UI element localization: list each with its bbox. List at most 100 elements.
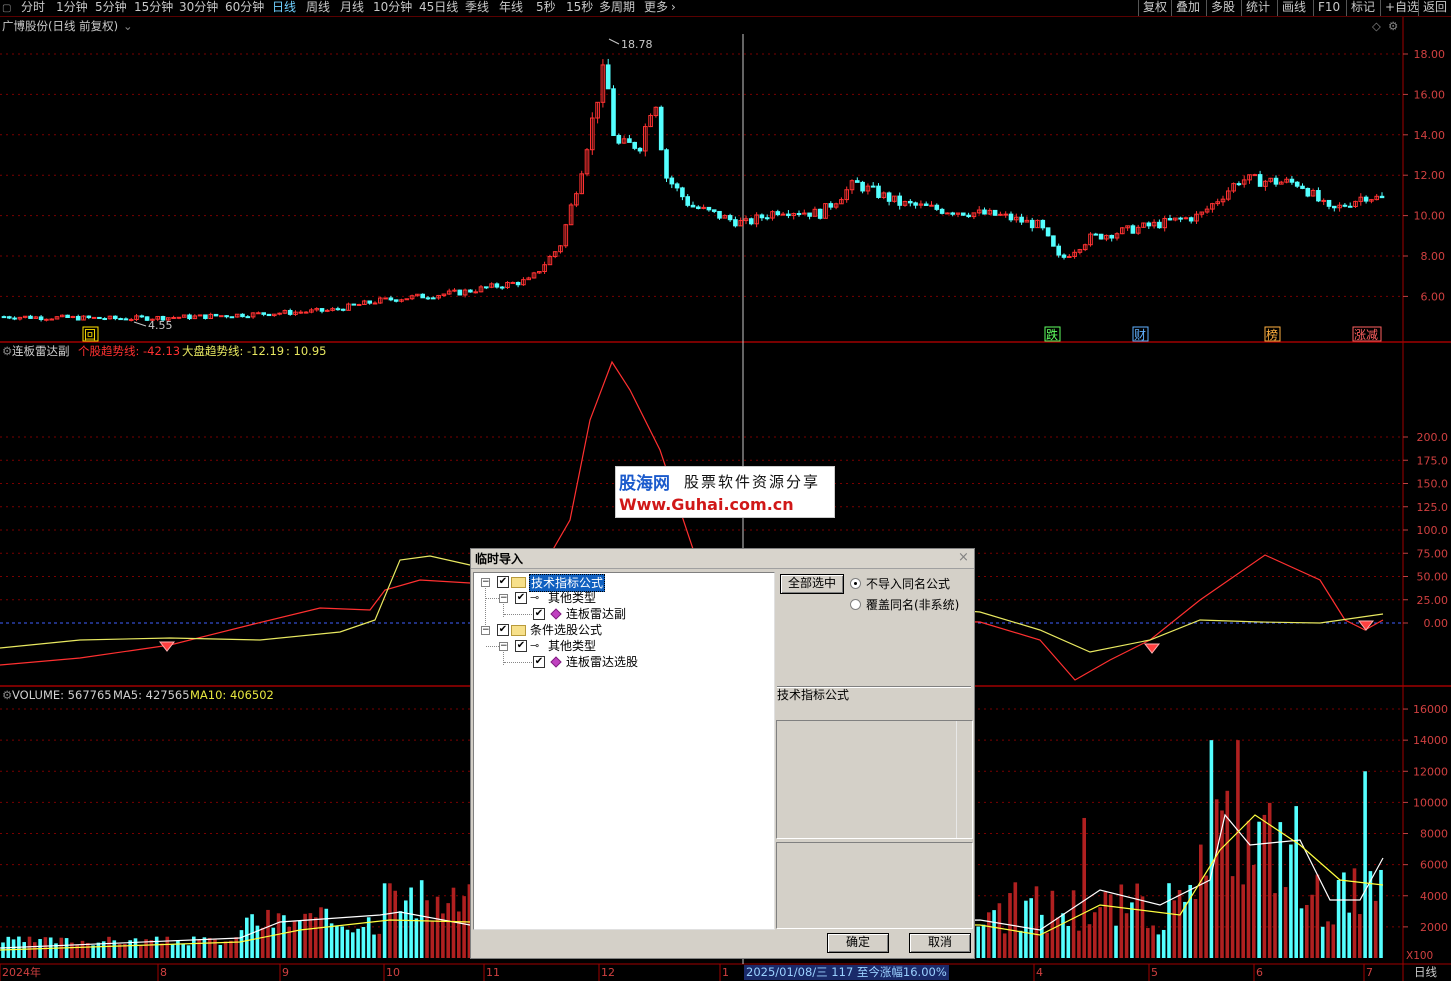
volume-bar <box>1230 876 1235 958</box>
ok-button[interactable]: 确定 <box>827 933 889 953</box>
category-label: 技术指标公式 <box>777 688 850 702</box>
radio-overwrite-label[interactable]: 覆盖同名(非系统) <box>866 596 959 613</box>
volume-bar <box>292 920 297 958</box>
volume-settings-icon[interactable]: ⚙ <box>2 688 12 703</box>
candle-body <box>961 212 966 216</box>
volume-bar <box>1018 930 1023 958</box>
volume-bar <box>446 903 450 958</box>
scrollbar[interactable] <box>956 721 972 838</box>
detail-panel <box>776 842 973 929</box>
signal-marker <box>1143 643 1161 654</box>
indicator-tick-label: 0.00 <box>1424 617 1449 630</box>
candle-body <box>1316 190 1321 202</box>
formula-tree[interactable]: − ✔ 技术指标公式 − ✔ ⊸ 其他类型 ✔ 连板雷达副 − ✔ 条件选股公式… <box>473 572 775 930</box>
tree-node-lianban-xuangu[interactable]: ✔ 连板雷达选股 <box>474 654 774 670</box>
individual-trend-value: -42.13 <box>143 344 181 358</box>
candle-body <box>1326 199 1332 207</box>
candle-body <box>690 204 696 208</box>
x-axis-label: 12 <box>601 966 615 979</box>
candle-body <box>256 312 261 315</box>
folder-icon <box>511 577 526 588</box>
candle-body <box>950 212 956 215</box>
indicator-tick-label: 150.0 <box>1417 478 1449 491</box>
volume-bar <box>1087 924 1092 958</box>
period-indicator: 日线 <box>1414 965 1437 979</box>
checkbox-checked-icon[interactable]: ✔ <box>533 608 545 620</box>
price-tick-label: 16.00 <box>1414 88 1446 101</box>
candle-body <box>1347 205 1353 208</box>
tree-node-tech-formula[interactable]: − ✔ 技术指标公式 <box>474 574 774 592</box>
x-axis-label: 11 <box>486 966 500 979</box>
volume-bar <box>345 929 350 958</box>
candle-body <box>658 106 664 151</box>
volume-bar <box>245 917 249 958</box>
radio-overwrite[interactable] <box>850 599 861 610</box>
checkbox-checked-icon[interactable]: ✔ <box>515 640 527 652</box>
candle-body <box>1051 235 1056 247</box>
candle-body <box>499 286 505 289</box>
candle-body <box>75 315 81 321</box>
volume-bar <box>1130 902 1134 958</box>
volume-bar <box>377 933 382 958</box>
candle-body <box>929 204 934 207</box>
candle-body <box>1093 233 1099 236</box>
candle-body <box>664 149 669 179</box>
x-axis-label: 1 <box>722 966 729 979</box>
x-axis-label: 4 <box>1036 966 1043 979</box>
candle-body <box>351 303 357 306</box>
collapse-icon[interactable]: − <box>481 578 490 587</box>
tree-node-other-type[interactable]: − ✔ ⊸ 其他类型 <box>474 590 774 606</box>
candle-body <box>934 204 940 210</box>
candle-body <box>1 316 7 319</box>
candle-body <box>1236 183 1242 186</box>
collapse-icon[interactable]: − <box>499 594 508 603</box>
tree-node-condition-formula[interactable]: − ✔ 条件选股公式 <box>474 622 774 638</box>
checkbox-checked-icon[interactable]: ✔ <box>497 576 509 588</box>
candle-body <box>807 212 812 217</box>
candle-body <box>97 316 102 320</box>
folder-icon <box>511 625 526 636</box>
close-icon[interactable]: × <box>956 551 971 566</box>
candle-body <box>203 314 208 319</box>
volume-bar <box>1320 926 1325 958</box>
candle-body <box>711 209 717 212</box>
settings-icon[interactable]: ⚙ <box>1388 19 1398 34</box>
collapse-icon[interactable]: − <box>499 642 508 651</box>
x-axis-label: 9 <box>282 966 289 979</box>
tree-node-other-type-2[interactable]: − ✔ ⊸ 其他类型 <box>474 638 774 654</box>
key-icon: ⊸ <box>530 639 540 652</box>
tree-label: 其他类型 <box>548 639 597 653</box>
select-all-button[interactable]: 全部选中 <box>780 574 844 594</box>
candle-body <box>383 297 388 300</box>
volume-bar <box>266 909 270 958</box>
tree-node-lianban-fu[interactable]: ✔ 连板雷达副 <box>474 606 774 622</box>
ma5-label: MA5: 427565 <box>113 688 190 702</box>
candle-body <box>1183 217 1189 220</box>
checkbox-checked-icon[interactable]: ✔ <box>515 592 527 604</box>
volume-bar <box>324 908 329 958</box>
low-price-label: 4.55 <box>148 319 173 332</box>
volume-bar <box>1161 929 1166 958</box>
candle-body <box>484 286 489 289</box>
radio-no-import[interactable] <box>850 578 861 589</box>
dropdown-icon[interactable]: ⌄ <box>123 19 133 34</box>
volume-bar <box>335 925 339 958</box>
indicator-name[interactable]: 连板雷达副 <box>12 344 70 359</box>
checkbox-checked-icon[interactable]: ✔ <box>533 656 545 668</box>
cancel-button[interactable]: 取消 <box>909 933 971 953</box>
radio-no-import-label[interactable]: 不导入同名公式 <box>866 575 950 592</box>
candle-body <box>12 317 17 320</box>
indicator-settings-icon[interactable]: ⚙ <box>2 344 12 359</box>
candle-body <box>966 214 971 218</box>
diamond-icon[interactable]: ◇ <box>1372 19 1381 34</box>
volume-bar <box>1172 900 1177 958</box>
volume-bar <box>1283 887 1288 958</box>
candle-body <box>913 202 918 206</box>
checkbox-checked-icon[interactable]: ✔ <box>497 624 509 636</box>
tree-label: 其他类型 <box>548 591 597 605</box>
volume-tick-label: 14000 <box>1413 734 1448 747</box>
collapse-icon[interactable]: − <box>481 626 490 635</box>
volume-bar <box>1379 869 1383 958</box>
volume-bar <box>133 938 138 958</box>
candle-body <box>1363 196 1369 202</box>
